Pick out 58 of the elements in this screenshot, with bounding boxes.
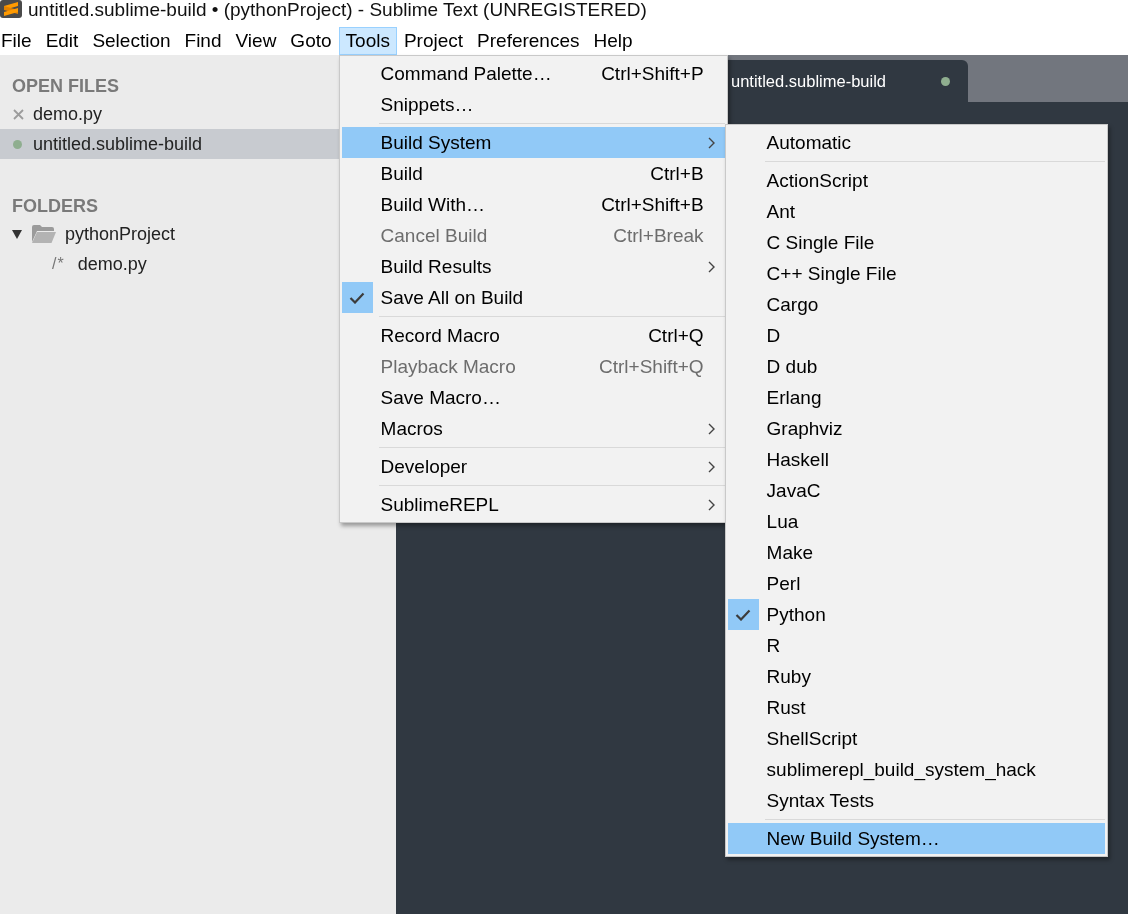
menu-item[interactable]: D dub xyxy=(727,351,1105,382)
menu-item[interactable]: D xyxy=(727,320,1105,351)
menu-bar-item[interactable]: Tools xyxy=(338,27,397,55)
shortcut-text: Ctrl+Q xyxy=(648,324,704,347)
chevron-right-icon xyxy=(707,260,715,273)
menu-item[interactable]: Haskell xyxy=(727,444,1105,475)
menu-item[interactable]: ActionScript xyxy=(727,165,1105,196)
menu-item[interactable]: Developer xyxy=(341,451,725,482)
menu-item[interactable]: C Single File xyxy=(727,227,1105,258)
menu-item[interactable]: Lua xyxy=(727,506,1105,537)
menu-item[interactable]: sublimerepl_build_system_hack xyxy=(727,754,1105,785)
menu-item[interactable]: Perl xyxy=(727,568,1105,599)
shortcut-text: Ctrl+Break xyxy=(613,224,704,247)
shortcut-text: Ctrl+Shift+P xyxy=(601,62,704,85)
menu-item[interactable]: Build Results xyxy=(341,251,725,282)
menu-item[interactable]: Python xyxy=(727,599,1105,630)
menu-item[interactable]: Build System xyxy=(341,127,725,158)
menu-item[interactable]: JavaC xyxy=(727,475,1105,506)
chevron-right-icon xyxy=(707,460,715,473)
menu-item[interactable]: SublimeREPL xyxy=(341,489,725,520)
menu-bar-item[interactable]: Project xyxy=(396,27,471,55)
folder-icon xyxy=(32,225,56,243)
menu-bar-item[interactable]: Selection xyxy=(85,27,178,55)
menu-bar-item[interactable]: Find xyxy=(177,27,229,55)
menu-item[interactable]: Make xyxy=(727,537,1105,568)
menu-item[interactable]: Ant xyxy=(727,196,1105,227)
menu-item[interactable]: Syntax Tests xyxy=(727,785,1105,816)
menu-item[interactable]: Automatic xyxy=(727,127,1105,158)
menu-item[interactable]: Build Ctrl+B xyxy=(341,158,725,189)
menu-item[interactable]: Rust xyxy=(727,692,1105,723)
menu-item[interactable]: New Build System… xyxy=(727,823,1105,854)
menu-item[interactable]: ShellScript xyxy=(727,723,1105,754)
shortcut-text: Ctrl+Shift+B xyxy=(601,193,704,216)
menu-item[interactable]: Build With… Ctrl+Shift+B xyxy=(341,189,725,220)
menu-item[interactable]: Ruby xyxy=(727,661,1105,692)
shortcut-text: Ctrl+Shift+Q xyxy=(599,355,704,378)
menu-item[interactable]: Graphviz xyxy=(727,413,1105,444)
code-file-icon: /* xyxy=(52,255,65,273)
menu-bar-item[interactable]: Edit xyxy=(38,27,86,55)
menu-bar-item[interactable]: File xyxy=(0,27,39,55)
menu-bar-item[interactable]: Goto xyxy=(283,27,339,55)
menu-item[interactable]: Cargo xyxy=(727,289,1105,320)
menu-item[interactable]: Erlang xyxy=(727,382,1105,413)
menu-item[interactable]: Save All on Build xyxy=(341,282,725,313)
menu-bar-item[interactable]: View xyxy=(228,27,284,55)
shortcut-text: Ctrl+B xyxy=(650,162,704,185)
chevron-right-icon xyxy=(707,498,715,511)
menu-item[interactable]: Macros xyxy=(341,413,725,444)
menu-item[interactable]: R xyxy=(727,630,1105,661)
menu-item[interactable]: Save Macro… xyxy=(341,382,725,413)
menu-item[interactable]: C++ Single File xyxy=(727,258,1105,289)
menu-bar-item[interactable]: Preferences xyxy=(470,27,587,55)
menu-item[interactable]: Record Macro Ctrl+Q xyxy=(341,320,725,351)
chevron-right-icon xyxy=(707,422,715,435)
app-logo-icon xyxy=(0,0,22,18)
chevron-right-icon xyxy=(707,136,715,149)
window-title: untitled.sublime-build • (pythonProject) - Sublime Text (UNREGISTERED) xyxy=(28,0,647,20)
menu-bar-item[interactable]: Help xyxy=(586,27,640,55)
